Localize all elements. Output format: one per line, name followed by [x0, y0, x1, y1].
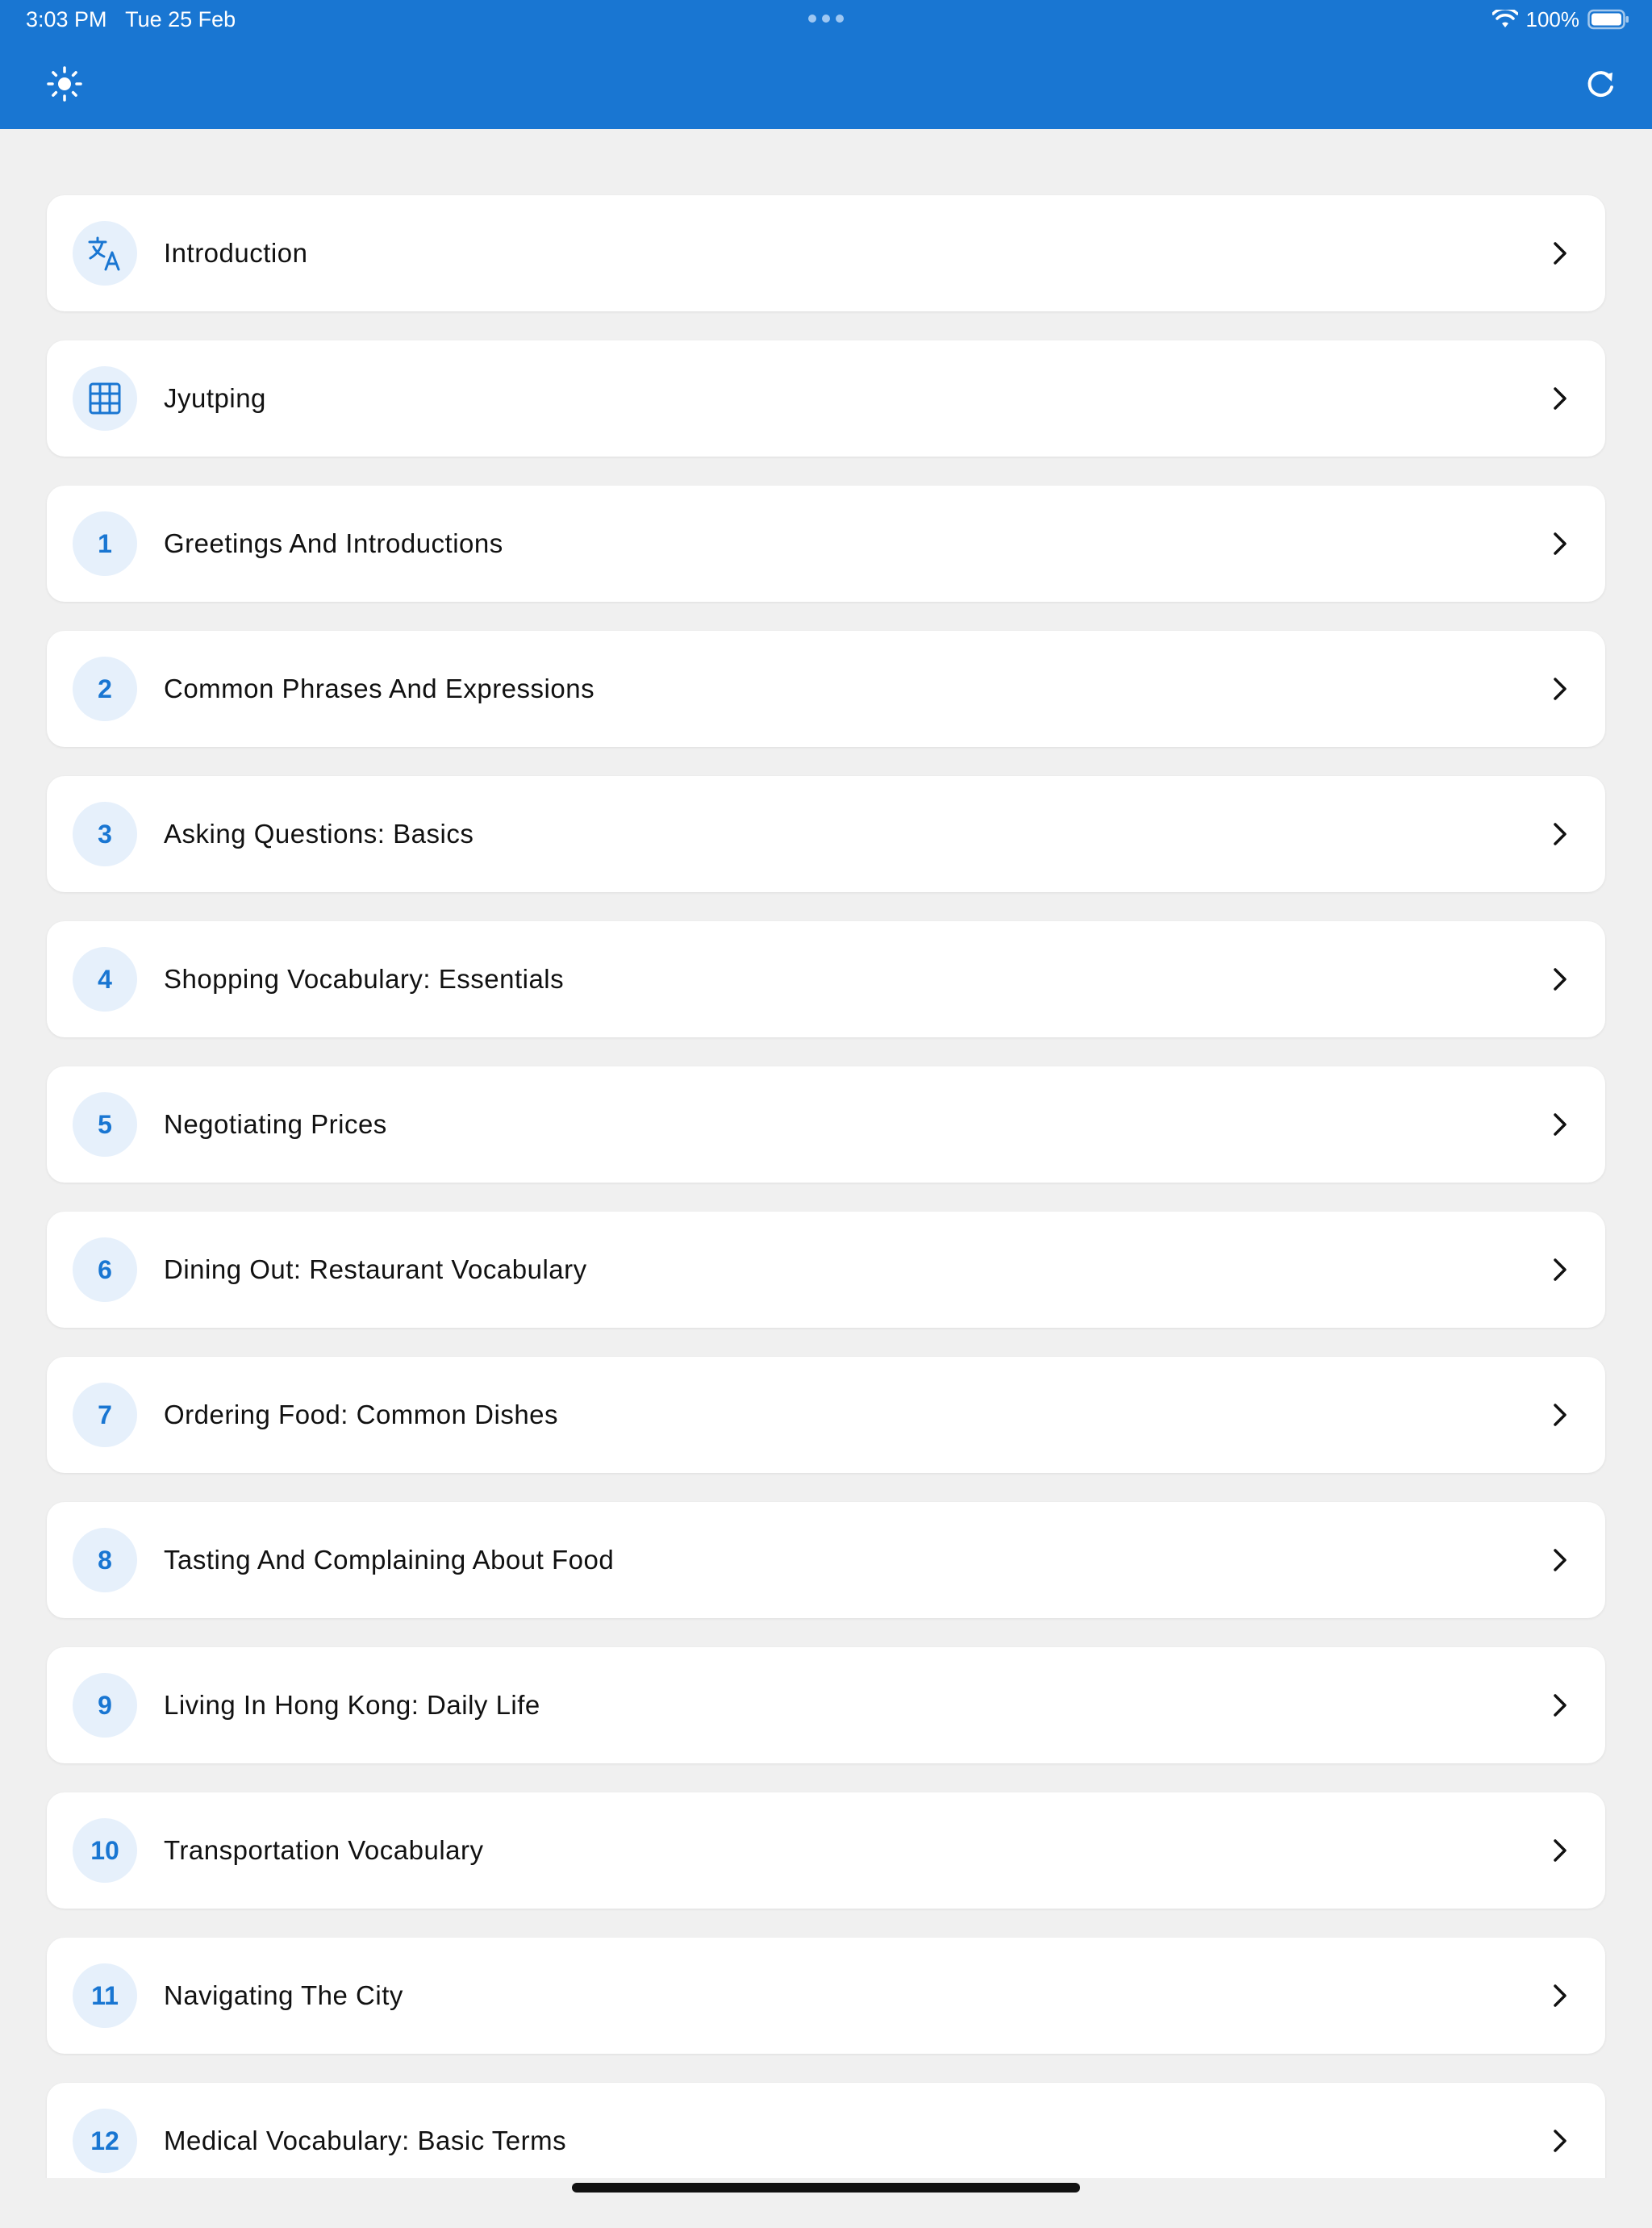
lesson-title: Tasting And Complaining About Food — [164, 1545, 615, 1575]
multitasking-dots-icon[interactable] — [808, 15, 844, 23]
lesson-item-11[interactable]: 11 Navigating The City — [47, 1938, 1605, 2054]
lesson-number-badge: 2 — [73, 657, 137, 721]
lesson-item-jyutping[interactable]: Jyutping — [47, 340, 1605, 457]
translate-icon — [88, 236, 120, 271]
lesson-item-8[interactable]: 8 Tasting And Complaining About Food — [47, 1502, 1605, 1618]
app-bar: 3:03 PM Tue 25 Feb 100% — [0, 0, 1652, 129]
home-indicator[interactable] — [572, 2183, 1080, 2193]
lesson-item-10[interactable]: 10 Transportation Vocabulary — [47, 1792, 1605, 1909]
lesson-item-3[interactable]: 3 Asking Questions: Basics — [47, 776, 1605, 892]
chevron-right-icon — [1554, 1549, 1566, 1571]
lesson-number-badge: 7 — [73, 1383, 137, 1447]
lesson-title: Asking Questions: Basics — [164, 819, 474, 849]
lesson-number-badge: 5 — [73, 1092, 137, 1157]
lesson-number-badge: 9 — [73, 1673, 137, 1738]
chevron-right-icon — [1554, 678, 1566, 700]
refresh-icon — [1587, 71, 1613, 98]
refresh-button[interactable] — [1575, 58, 1626, 110]
chevron-right-icon — [1554, 387, 1566, 410]
lesson-item-introduction[interactable]: Introduction — [47, 195, 1605, 311]
grid-icon — [89, 382, 121, 415]
lesson-number-badge: 6 — [73, 1237, 137, 1302]
status-date: Tue 25 Feb — [125, 7, 236, 31]
theme-toggle-button[interactable] — [39, 58, 90, 110]
lesson-item-9[interactable]: 9 Living In Hong Kong: Daily Life — [47, 1647, 1605, 1763]
lesson-title: Greetings And Introductions — [164, 528, 503, 558]
lesson-badge — [73, 366, 137, 431]
status-time: 3:03 PM Tue 25 Feb — [26, 5, 236, 34]
wifi-icon — [1491, 10, 1518, 27]
lesson-item-7[interactable]: 7 Ordering Food: Common Dishes — [47, 1357, 1605, 1473]
chevron-right-icon — [1554, 1694, 1566, 1717]
chevron-right-icon — [1554, 823, 1566, 845]
status-clock: 3:03 PM — [26, 7, 107, 31]
lesson-number-badge: 1 — [73, 511, 137, 576]
lesson-title: Navigating The City — [164, 1980, 403, 2010]
lesson-item-4[interactable]: 4 Shopping Vocabulary: Essentials — [47, 921, 1605, 1037]
chevron-right-icon — [1554, 1404, 1566, 1426]
sun-icon — [47, 66, 82, 102]
lesson-title: Introduction — [164, 238, 308, 268]
lesson-title: Negotiating Prices — [164, 1109, 387, 1139]
lesson-title: Common Phrases And Expressions — [164, 674, 595, 703]
lesson-list: Introduction Jyutping 1 Greetings And In… — [47, 195, 1605, 2228]
lesson-title: Jyutping — [164, 383, 266, 413]
status-indicators: 100% — [1491, 5, 1630, 34]
lesson-item-6[interactable]: 6 Dining Out: Restaurant Vocabulary — [47, 1212, 1605, 1328]
lesson-title: Dining Out: Restaurant Vocabulary — [164, 1254, 587, 1284]
lesson-item-1[interactable]: 1 Greetings And Introductions — [47, 486, 1605, 602]
chevron-right-icon — [1554, 242, 1566, 265]
chevron-right-icon — [1554, 1839, 1566, 1862]
chevron-right-icon — [1554, 1113, 1566, 1136]
lesson-item-5[interactable]: 5 Negotiating Prices — [47, 1066, 1605, 1183]
lesson-number-badge: 8 — [73, 1528, 137, 1592]
chevron-right-icon — [1554, 968, 1566, 991]
battery-icon — [1587, 9, 1629, 30]
lesson-number-badge: 4 — [73, 947, 137, 1012]
lesson-title: Ordering Food: Common Dishes — [164, 1400, 559, 1429]
lesson-title: Living In Hong Kong: Daily Life — [164, 1690, 540, 1720]
lesson-badge — [73, 221, 137, 286]
chevron-right-icon — [1554, 1258, 1566, 1281]
chevron-right-icon — [1554, 532, 1566, 555]
chevron-right-icon — [1554, 1984, 1566, 2007]
lesson-number-badge: 3 — [73, 802, 137, 866]
lesson-number-badge: 12 — [73, 2109, 137, 2173]
lesson-item-2[interactable]: 2 Common Phrases And Expressions — [47, 631, 1605, 747]
lesson-number-badge: 11 — [73, 1963, 137, 2028]
chevron-right-icon — [1554, 2130, 1566, 2152]
lesson-title: Shopping Vocabulary: Essentials — [164, 964, 565, 994]
lesson-number-badge: 10 — [73, 1818, 137, 1883]
lesson-title: Transportation Vocabulary — [164, 1835, 484, 1865]
battery-percent: 100% — [1525, 6, 1580, 31]
